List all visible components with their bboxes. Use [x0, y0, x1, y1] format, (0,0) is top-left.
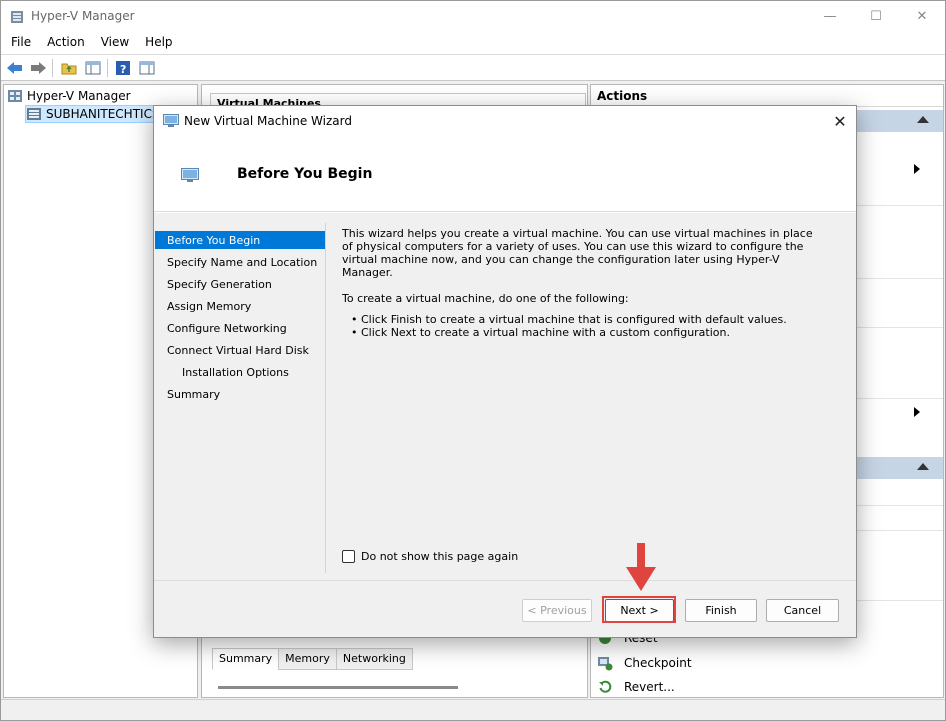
step-assign-memory[interactable]: Assign Memory	[155, 297, 325, 315]
toolbar: ?	[1, 54, 945, 81]
wizard-page-title: Before You Begin	[237, 166, 373, 182]
step-installation-options[interactable]: Installation Options	[155, 363, 325, 381]
checkbox-box[interactable]	[342, 550, 355, 563]
step-connect-virtual-hard-disk[interactable]: Connect Virtual Hard Disk	[155, 341, 325, 359]
server-icon	[27, 108, 41, 120]
show-hide-tree-icon[interactable]	[83, 58, 103, 78]
pointer-arrow-icon	[626, 543, 656, 591]
divider	[154, 580, 856, 581]
action-checkpoint[interactable]: Checkpoint	[597, 655, 692, 671]
wizard-header: Before You Begin	[154, 136, 856, 212]
bullet-text: Click Next to create a virtual machine w…	[361, 326, 730, 339]
virtual-machine-icon	[181, 168, 199, 182]
step-summary[interactable]: Summary	[155, 385, 325, 403]
new-vm-wizard-dialog: New Virtual Machine Wizard ✕ Before You …	[153, 105, 857, 638]
checkpoint-icon	[597, 655, 613, 671]
menu-bar: File Action View Help	[1, 32, 945, 54]
menu-view[interactable]: View	[91, 32, 135, 54]
collapse-icon[interactable]	[917, 116, 929, 123]
submenu-arrow-icon[interactable]	[914, 164, 920, 174]
back-icon[interactable]	[5, 58, 25, 78]
toolbar-separator	[107, 59, 108, 77]
divider	[851, 205, 943, 206]
action-label: Revert...	[624, 680, 675, 694]
step-before-you-begin[interactable]: Before You Begin	[155, 231, 325, 249]
horizontal-scrollbar[interactable]	[218, 686, 458, 689]
tree-item-label: SUBHANITECHTICS	[46, 107, 160, 121]
action-revert[interactable]: Revert...	[597, 679, 675, 695]
wizard-body: Before You Begin Specify Name and Locati…	[154, 213, 856, 637]
divider	[851, 505, 943, 506]
previous-button[interactable]: < Previous	[522, 599, 592, 622]
tab-memory[interactable]: Memory	[278, 648, 337, 670]
intro-paragraph: This wizard helps you create a virtual m…	[342, 227, 813, 279]
actions-title: Actions	[591, 85, 943, 107]
checkbox-label: Do not show this page again	[361, 550, 519, 563]
hyperv-manager-icon	[8, 90, 22, 102]
menu-file[interactable]: File	[1, 32, 37, 54]
tree-item-hyperv-manager[interactable]: Hyper-V Manager	[7, 87, 131, 105]
step-specify-name-and-location[interactable]: Specify Name and Location	[155, 253, 325, 271]
dialog-title-bar: New Virtual Machine Wizard ✕	[154, 106, 856, 136]
up-folder-icon[interactable]	[59, 58, 79, 78]
list-item: • Click Finish to create a virtual machi…	[351, 313, 787, 326]
divider	[851, 530, 943, 531]
action-label: Checkpoint	[624, 656, 692, 670]
status-bar	[1, 699, 945, 720]
divider	[851, 398, 943, 399]
title-bar: Hyper-V Manager — ☐ ✕	[1, 1, 945, 32]
hyperv-app-icon	[11, 11, 23, 23]
details-tabs: Summary Memory Networking	[212, 648, 413, 670]
cancel-button[interactable]: Cancel	[766, 599, 839, 622]
revert-icon	[597, 679, 613, 695]
menu-action[interactable]: Action	[37, 32, 91, 54]
close-button[interactable]: ✕	[899, 1, 945, 32]
tab-networking[interactable]: Networking	[335, 648, 413, 670]
window-title: Hyper-V Manager	[31, 9, 135, 23]
bullet-text: Click Finish to create a virtual machine…	[361, 313, 787, 326]
dialog-close-button[interactable]: ✕	[826, 108, 854, 134]
list-item: • Click Next to create a virtual machine…	[351, 326, 730, 339]
minimize-button[interactable]: —	[807, 1, 853, 32]
divider	[851, 327, 943, 328]
divider	[851, 278, 943, 279]
dialog-title: New Virtual Machine Wizard	[184, 114, 352, 128]
close-icon: ✕	[833, 111, 847, 131]
wizard-content: This wizard helps you create a virtual m…	[342, 227, 832, 339]
toolbar-separator	[52, 59, 53, 77]
tree-item-label: Hyper-V Manager	[27, 89, 131, 103]
step-configure-networking[interactable]: Configure Networking	[155, 319, 325, 337]
show-hide-action-pane-icon[interactable]	[137, 58, 157, 78]
highlight-box	[602, 596, 676, 623]
help-icon[interactable]: ?	[113, 58, 133, 78]
divider	[851, 600, 943, 601]
menu-help[interactable]: Help	[135, 32, 178, 54]
instruction-paragraph: To create a virtual machine, do one of t…	[342, 292, 629, 305]
wizard-steps: Before You Begin Specify Name and Locati…	[154, 223, 326, 573]
forward-icon[interactable]	[28, 58, 48, 78]
submenu-arrow-icon[interactable]	[914, 407, 920, 417]
options-list: • Click Finish to create a virtual machi…	[342, 313, 832, 339]
maximize-button[interactable]: ☐	[853, 1, 899, 32]
virtual-machine-icon	[163, 114, 179, 127]
svg-text:?: ?	[120, 63, 126, 76]
collapse-icon[interactable]	[917, 463, 929, 470]
step-specify-generation[interactable]: Specify Generation	[155, 275, 325, 293]
do-not-show-checkbox[interactable]: Do not show this page again	[342, 550, 518, 563]
tab-summary[interactable]: Summary	[212, 648, 280, 670]
finish-button[interactable]: Finish	[685, 599, 757, 622]
tree-item-host[interactable]: SUBHANITECHTICS	[25, 105, 163, 123]
